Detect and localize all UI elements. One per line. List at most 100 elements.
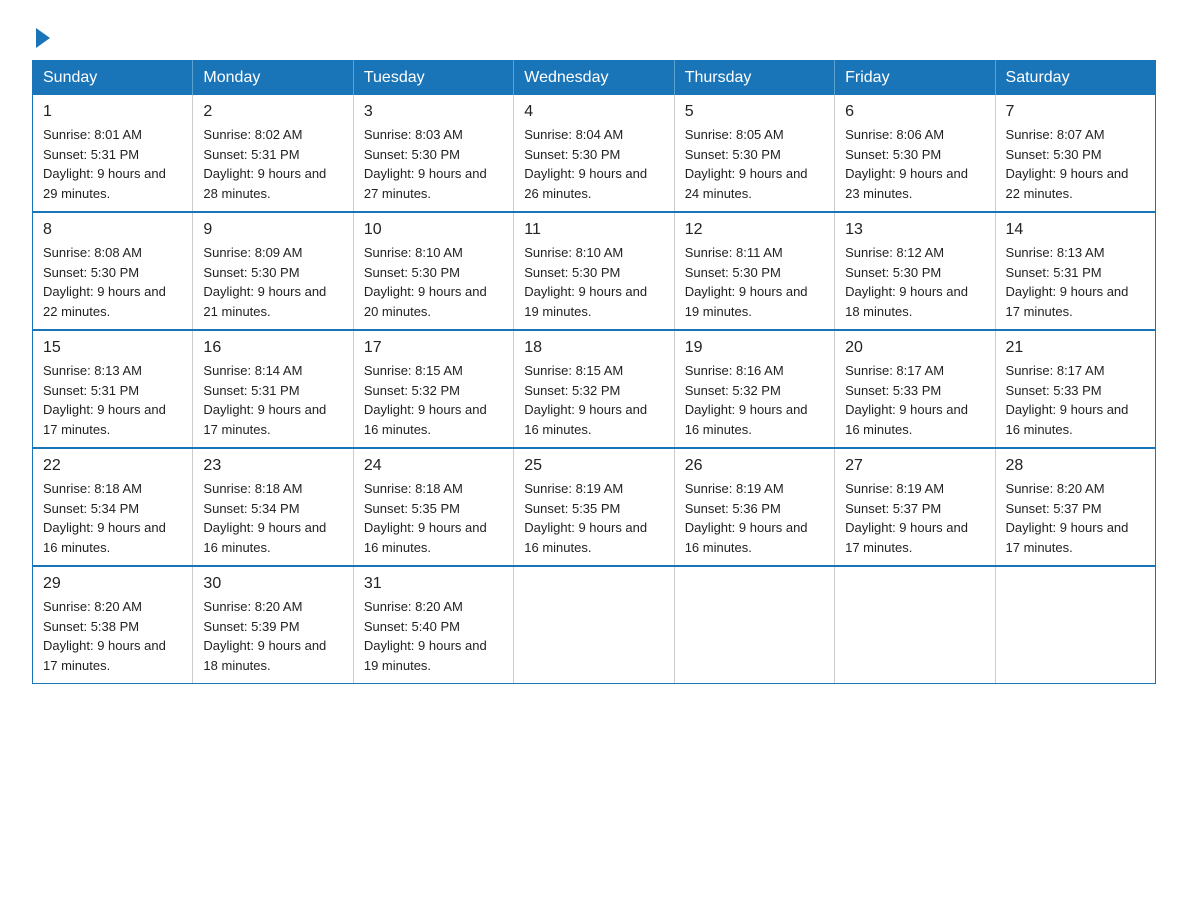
day-number: 27 [845,457,984,475]
calendar-week-row: 1 Sunrise: 8:01 AMSunset: 5:31 PMDaylight… [33,95,1156,212]
day-info: Sunrise: 8:17 AMSunset: 5:33 PMDaylight:… [1006,361,1145,439]
day-number: 9 [203,221,342,239]
day-number: 16 [203,339,342,357]
calendar-cell [995,566,1155,684]
day-number: 6 [845,103,984,121]
day-number: 25 [524,457,663,475]
day-info: Sunrise: 8:19 AMSunset: 5:37 PMDaylight:… [845,479,984,557]
day-info: Sunrise: 8:09 AMSunset: 5:30 PMDaylight:… [203,243,342,321]
header-tuesday: Tuesday [353,61,513,96]
day-info: Sunrise: 8:18 AMSunset: 5:35 PMDaylight:… [364,479,503,557]
calendar-cell: 16 Sunrise: 8:14 AMSunset: 5:31 PMDayligh… [193,330,353,448]
logo [32,24,50,44]
calendar-cell: 12 Sunrise: 8:11 AMSunset: 5:30 PMDayligh… [674,212,834,330]
calendar-cell: 29 Sunrise: 8:20 AMSunset: 5:38 PMDayligh… [33,566,193,684]
calendar-cell: 14 Sunrise: 8:13 AMSunset: 5:31 PMDayligh… [995,212,1155,330]
day-info: Sunrise: 8:19 AMSunset: 5:36 PMDaylight:… [685,479,824,557]
day-number: 30 [203,575,342,593]
day-info: Sunrise: 8:18 AMSunset: 5:34 PMDaylight:… [203,479,342,557]
day-info: Sunrise: 8:16 AMSunset: 5:32 PMDaylight:… [685,361,824,439]
logo-arrow-icon [36,28,50,48]
day-number: 1 [43,103,182,121]
day-info: Sunrise: 8:11 AMSunset: 5:30 PMDaylight:… [685,243,824,321]
day-number: 14 [1006,221,1145,239]
calendar-cell [835,566,995,684]
day-info: Sunrise: 8:20 AMSunset: 5:37 PMDaylight:… [1006,479,1145,557]
calendar-cell: 26 Sunrise: 8:19 AMSunset: 5:36 PMDayligh… [674,448,834,566]
header-sunday: Sunday [33,61,193,96]
day-info: Sunrise: 8:19 AMSunset: 5:35 PMDaylight:… [524,479,663,557]
day-info: Sunrise: 8:10 AMSunset: 5:30 PMDaylight:… [364,243,503,321]
calendar-cell: 13 Sunrise: 8:12 AMSunset: 5:30 PMDayligh… [835,212,995,330]
header-friday: Friday [835,61,995,96]
day-number: 18 [524,339,663,357]
header-thursday: Thursday [674,61,834,96]
calendar-cell: 11 Sunrise: 8:10 AMSunset: 5:30 PMDayligh… [514,212,674,330]
calendar-cell [674,566,834,684]
day-info: Sunrise: 8:12 AMSunset: 5:30 PMDaylight:… [845,243,984,321]
day-info: Sunrise: 8:20 AMSunset: 5:39 PMDaylight:… [203,597,342,675]
calendar-cell: 15Sunrise: 8:13 AMSunset: 5:31 PMDayligh… [33,330,193,448]
day-number: 24 [364,457,503,475]
header-saturday: Saturday [995,61,1155,96]
day-number: 5 [685,103,824,121]
header-monday: Monday [193,61,353,96]
day-info: Sunrise: 8:10 AMSunset: 5:30 PMDaylight:… [524,243,663,321]
calendar-cell: 8 Sunrise: 8:08 AMSunset: 5:30 PMDaylight… [33,212,193,330]
day-number: 3 [364,103,503,121]
day-number: 31 [364,575,503,593]
calendar-cell: 9 Sunrise: 8:09 AMSunset: 5:30 PMDaylight… [193,212,353,330]
calendar-cell: 30 Sunrise: 8:20 AMSunset: 5:39 PMDayligh… [193,566,353,684]
calendar-cell: 2Sunrise: 8:02 AMSunset: 5:31 PMDaylight… [193,95,353,212]
calendar-cell: 10 Sunrise: 8:10 AMSunset: 5:30 PMDayligh… [353,212,513,330]
calendar-cell: 17Sunrise: 8:15 AMSunset: 5:32 PMDayligh… [353,330,513,448]
day-number: 23 [203,457,342,475]
day-info: Sunrise: 8:18 AMSunset: 5:34 PMDaylight:… [43,479,182,557]
day-info: Sunrise: 8:08 AMSunset: 5:30 PMDaylight:… [43,243,182,321]
calendar-week-row: 8 Sunrise: 8:08 AMSunset: 5:30 PMDaylight… [33,212,1156,330]
day-info: Sunrise: 8:17 AMSunset: 5:33 PMDaylight:… [845,361,984,439]
day-number: 26 [685,457,824,475]
day-info: Sunrise: 8:13 AMSunset: 5:31 PMDaylight:… [43,361,182,439]
day-number: 20 [845,339,984,357]
calendar-cell: 24 Sunrise: 8:18 AMSunset: 5:35 PMDayligh… [353,448,513,566]
day-number: 11 [524,221,663,239]
day-number: 10 [364,221,503,239]
day-info: Sunrise: 8:03 AMSunset: 5:30 PMDaylight:… [364,125,503,203]
calendar-week-row: 22 Sunrise: 8:18 AMSunset: 5:34 PMDayligh… [33,448,1156,566]
day-info: Sunrise: 8:04 AMSunset: 5:30 PMDaylight:… [524,125,663,203]
calendar-week-row: 15Sunrise: 8:13 AMSunset: 5:31 PMDayligh… [33,330,1156,448]
day-number: 12 [685,221,824,239]
calendar-header-row: SundayMondayTuesdayWednesdayThursdayFrid… [33,61,1156,96]
calendar-cell [514,566,674,684]
calendar-cell: 23 Sunrise: 8:18 AMSunset: 5:34 PMDayligh… [193,448,353,566]
day-number: 7 [1006,103,1145,121]
calendar-table: SundayMondayTuesdayWednesdayThursdayFrid… [32,60,1156,684]
day-number: 8 [43,221,182,239]
day-number: 2 [203,103,342,121]
day-info: Sunrise: 8:20 AMSunset: 5:40 PMDaylight:… [364,597,503,675]
day-info: Sunrise: 8:14 AMSunset: 5:31 PMDaylight:… [203,361,342,439]
calendar-cell: 27 Sunrise: 8:19 AMSunset: 5:37 PMDayligh… [835,448,995,566]
day-info: Sunrise: 8:01 AMSunset: 5:31 PMDaylight:… [43,125,182,203]
calendar-cell: 3 Sunrise: 8:03 AMSunset: 5:30 PMDaylight… [353,95,513,212]
calendar-cell: 25 Sunrise: 8:19 AMSunset: 5:35 PMDayligh… [514,448,674,566]
calendar-cell: 18Sunrise: 8:15 AMSunset: 5:32 PMDayligh… [514,330,674,448]
day-info: Sunrise: 8:15 AMSunset: 5:32 PMDaylight:… [364,361,503,439]
day-info: Sunrise: 8:13 AMSunset: 5:31 PMDaylight:… [1006,243,1145,321]
day-number: 28 [1006,457,1145,475]
day-number: 13 [845,221,984,239]
day-info: Sunrise: 8:05 AMSunset: 5:30 PMDaylight:… [685,125,824,203]
calendar-cell: 19 Sunrise: 8:16 AMSunset: 5:32 PMDayligh… [674,330,834,448]
day-info: Sunrise: 8:07 AMSunset: 5:30 PMDaylight:… [1006,125,1145,203]
calendar-cell: 1 Sunrise: 8:01 AMSunset: 5:31 PMDaylight… [33,95,193,212]
day-number: 22 [43,457,182,475]
calendar-cell: 4Sunrise: 8:04 AMSunset: 5:30 PMDaylight… [514,95,674,212]
day-number: 19 [685,339,824,357]
day-number: 29 [43,575,182,593]
day-info: Sunrise: 8:06 AMSunset: 5:30 PMDaylight:… [845,125,984,203]
day-info: Sunrise: 8:20 AMSunset: 5:38 PMDaylight:… [43,597,182,675]
calendar-cell: 31 Sunrise: 8:20 AMSunset: 5:40 PMDayligh… [353,566,513,684]
calendar-cell: 21 Sunrise: 8:17 AMSunset: 5:33 PMDayligh… [995,330,1155,448]
day-number: 21 [1006,339,1145,357]
